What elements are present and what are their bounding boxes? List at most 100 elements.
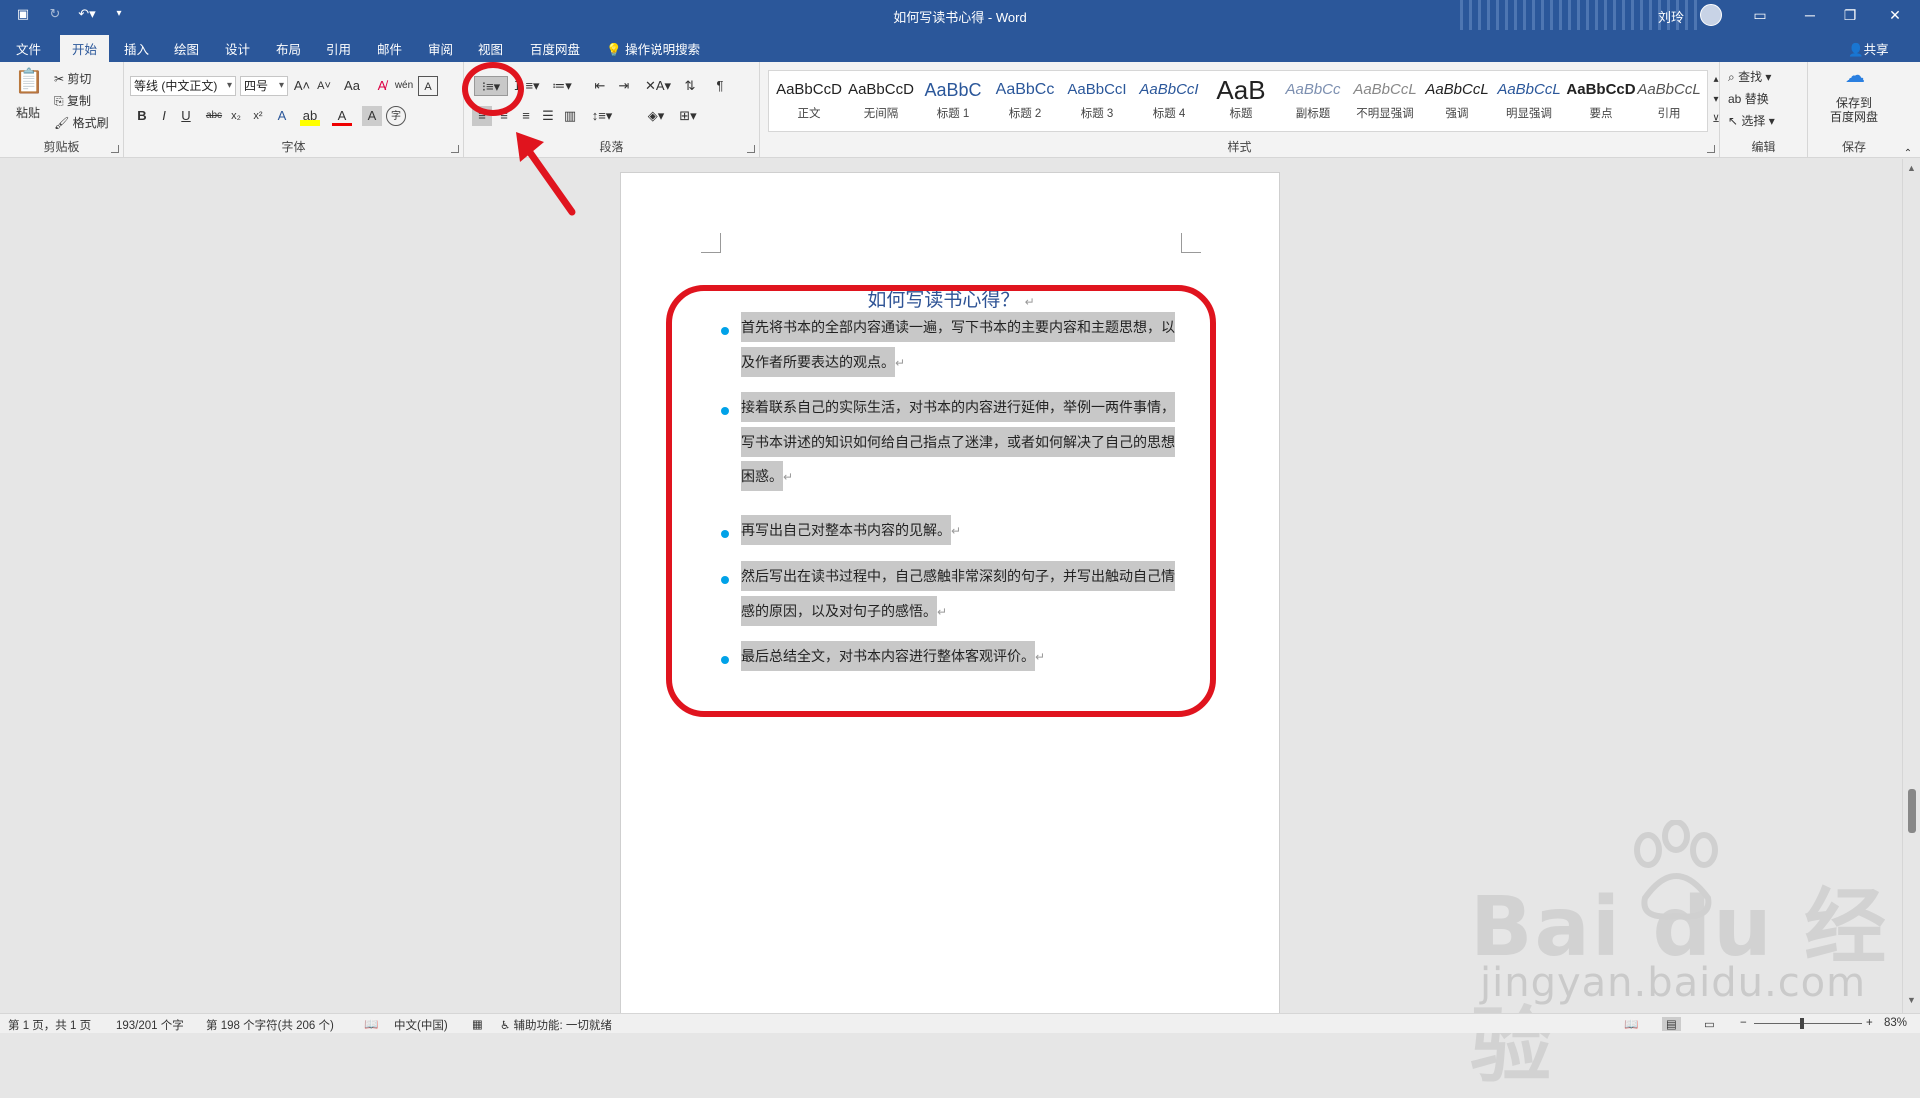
- paste-icon[interactable]: 📋: [14, 70, 44, 102]
- style-intense-emphasis[interactable]: AaBbCcL 明显强调: [1493, 75, 1565, 131]
- style-title[interactable]: AaB 标题: [1205, 75, 1277, 131]
- editing-group: ⌕ 查找 ▾ ab 替换 ↖ 选择 ▾ 编辑: [1720, 62, 1808, 158]
- justify-icon[interactable]: ☰: [538, 106, 558, 126]
- share-button[interactable]: 👤共享: [1848, 39, 1889, 58]
- decrease-indent-icon[interactable]: ⇤: [590, 76, 610, 96]
- increase-indent-icon[interactable]: ⇥: [614, 76, 634, 96]
- align-right-icon[interactable]: ≡: [516, 106, 536, 126]
- clear-format-icon[interactable]: A̸: [372, 76, 392, 96]
- tab-references[interactable]: 引用: [326, 39, 351, 62]
- find-button[interactable]: ⌕ 查找 ▾: [1728, 68, 1771, 85]
- print-layout-icon[interactable]: ▤: [1662, 1017, 1681, 1031]
- shading-icon[interactable]: ◈▾: [642, 106, 670, 126]
- crop-mark-right: [1181, 233, 1201, 253]
- style-subtle-emphasis[interactable]: AaBbCcL 不明显强调: [1349, 75, 1421, 131]
- format-painter-button[interactable]: 🖌 格式刷: [54, 114, 109, 131]
- shrink-font-icon[interactable]: A˅: [314, 76, 334, 96]
- tab-home[interactable]: 开始: [60, 35, 110, 62]
- chinese-layout-icon[interactable]: ✕A▾: [644, 76, 672, 96]
- replace-button[interactable]: ab 替换: [1728, 90, 1769, 107]
- zoom-slider[interactable]: [1754, 1023, 1862, 1024]
- font-name-select[interactable]: 等线 (中文正文): [130, 76, 236, 96]
- page-count[interactable]: 第 1 页，共 1 页: [8, 1017, 91, 1033]
- tab-layout[interactable]: 布局: [276, 39, 301, 62]
- show-marks-icon[interactable]: ¶: [710, 76, 730, 96]
- bold-icon[interactable]: B: [132, 106, 152, 126]
- style-heading-4[interactable]: AaBbCcI 标题 4: [1133, 75, 1205, 131]
- style-emphasis[interactable]: AaBbCcL 强调: [1421, 75, 1493, 131]
- enclose-char-icon[interactable]: 字: [386, 106, 406, 126]
- tab-review[interactable]: 审阅: [428, 39, 453, 62]
- vertical-scrollbar[interactable]: ▲ ▼: [1902, 159, 1920, 1013]
- underline-icon[interactable]: U: [176, 106, 196, 126]
- distributed-icon[interactable]: ▥: [560, 106, 580, 126]
- char-shading-icon[interactable]: A: [362, 106, 382, 126]
- proofing-icon[interactable]: 📖: [364, 1017, 378, 1031]
- char-count[interactable]: 第 198 个字符(共 206 个): [206, 1017, 334, 1033]
- tab-baidu-pan[interactable]: 百度网盘: [530, 39, 580, 62]
- tab-view[interactable]: 视图: [478, 39, 503, 62]
- tab-design[interactable]: 设计: [225, 39, 250, 62]
- ribbon-display-icon[interactable]: ▭: [1740, 4, 1780, 26]
- cut-button[interactable]: ✂ 剪切: [54, 70, 91, 87]
- zoom-in-icon[interactable]: +: [1866, 1017, 1873, 1029]
- zoom-out-icon[interactable]: −: [1740, 1017, 1747, 1029]
- baidu-cloud-icon[interactable]: ☁: [1842, 66, 1868, 92]
- tab-mailings[interactable]: 邮件: [377, 39, 402, 62]
- close-icon[interactable]: ✕: [1875, 4, 1915, 26]
- zoom-level[interactable]: 83%: [1884, 1017, 1907, 1029]
- scroll-down-icon[interactable]: ▼: [1907, 995, 1916, 1005]
- style-heading-2[interactable]: AaBbCc 标题 2: [989, 75, 1061, 131]
- language[interactable]: 中文(中国): [394, 1017, 448, 1033]
- accessibility-status[interactable]: ♿ 辅助功能: 一切就绪: [500, 1017, 612, 1033]
- word-count[interactable]: 193/201 个字: [116, 1017, 184, 1033]
- multilevel-list-icon[interactable]: ≔▾: [548, 76, 576, 96]
- avatar[interactable]: [1700, 4, 1722, 26]
- copy-button[interactable]: ⎘ 复制: [54, 92, 91, 109]
- paste-button[interactable]: 粘贴: [16, 104, 40, 121]
- sort-icon[interactable]: ⇅: [680, 76, 700, 96]
- web-layout-icon[interactable]: ▭: [1704, 1017, 1715, 1031]
- style-quote[interactable]: AaBbCcL 引用: [1633, 75, 1705, 131]
- tell-me-search[interactable]: 💡 操作说明搜索: [606, 39, 700, 58]
- italic-icon[interactable]: I: [154, 106, 174, 126]
- restore-icon[interactable]: ❐: [1830, 4, 1870, 26]
- user-name[interactable]: 刘玲: [1658, 7, 1684, 26]
- save-to-baidu-button[interactable]: 保存到 百度网盘: [1818, 96, 1890, 124]
- style-normal[interactable]: AaBbCcD 正文: [773, 75, 845, 131]
- change-case-icon[interactable]: Aa: [342, 76, 362, 96]
- strikethrough-icon[interactable]: abc: [204, 106, 224, 126]
- style-no-spacing[interactable]: AaBbCcD 无间隔: [845, 75, 917, 131]
- font-size-select[interactable]: 四号: [240, 76, 288, 96]
- select-button[interactable]: ↖ 选择 ▾: [1728, 112, 1775, 129]
- text-effects-icon[interactable]: A: [272, 106, 292, 126]
- subscript-icon[interactable]: x₂: [226, 106, 246, 126]
- line-spacing-icon[interactable]: ↕≡▾: [588, 106, 616, 126]
- char-border-icon[interactable]: A: [418, 76, 438, 96]
- minimize-icon[interactable]: ─: [1790, 4, 1830, 26]
- font-launcher-icon[interactable]: [451, 145, 459, 153]
- font-color-icon[interactable]: A: [332, 106, 352, 126]
- styles-label: 样式: [1227, 140, 1252, 154]
- macro-icon[interactable]: ▦: [472, 1017, 483, 1031]
- scroll-thumb[interactable]: [1908, 789, 1916, 833]
- grow-font-icon[interactable]: A˄: [292, 76, 312, 96]
- clipboard-launcher-icon[interactable]: [111, 145, 119, 153]
- phonetic-guide-icon[interactable]: wén: [394, 76, 414, 96]
- styles-launcher-icon[interactable]: [1707, 145, 1715, 153]
- tab-file[interactable]: 文件: [16, 39, 41, 62]
- superscript-icon[interactable]: x²: [248, 106, 268, 126]
- highlight-icon[interactable]: ab: [300, 106, 320, 126]
- style-subtitle[interactable]: AaBbCc 副标题: [1277, 75, 1349, 131]
- style-heading-3[interactable]: AaBbCcI 标题 3: [1061, 75, 1133, 131]
- zoom-slider-thumb[interactable]: [1800, 1018, 1804, 1029]
- style-strong[interactable]: AaBbCcD 要点: [1565, 75, 1637, 131]
- paragraph-launcher-icon[interactable]: [747, 145, 755, 153]
- scroll-up-icon[interactable]: ▲: [1907, 163, 1916, 173]
- borders-icon[interactable]: ⊞▾: [674, 106, 702, 126]
- tab-draw[interactable]: 绘图: [174, 39, 199, 62]
- tab-insert[interactable]: 插入: [124, 39, 149, 62]
- style-heading-1[interactable]: AaBbC 标题 1: [917, 75, 989, 131]
- ribbon: 📋 粘贴 ✂ 剪切 ⎘ 复制 🖌 格式刷 剪贴板 等线 (中文正文) 四号 A˄…: [0, 62, 1920, 159]
- read-mode-icon[interactable]: 📖: [1624, 1017, 1638, 1031]
